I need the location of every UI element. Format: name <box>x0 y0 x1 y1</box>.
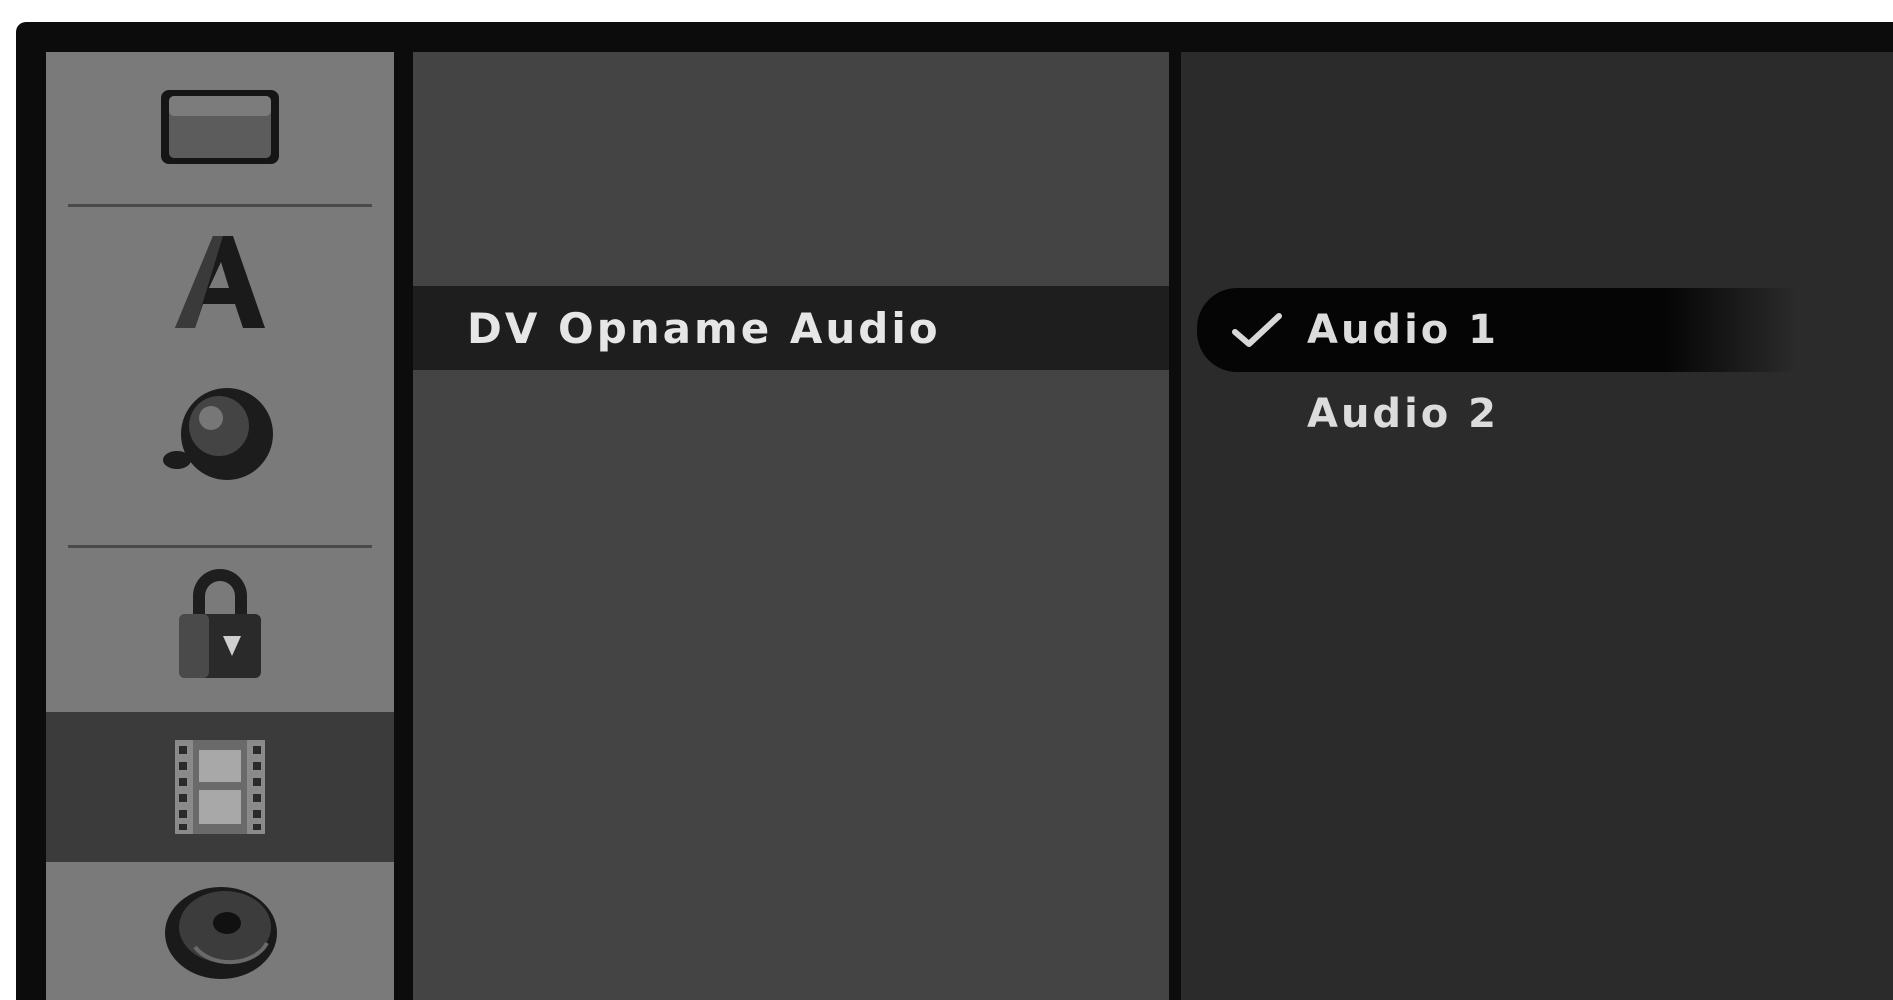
checkmark-icon <box>1227 300 1287 360</box>
sidebar-item-lock[interactable] <box>46 549 394 699</box>
sidebar-item-language[interactable] <box>46 208 394 358</box>
sidebar-divider <box>68 545 372 548</box>
padlock-icon <box>179 569 261 678</box>
menu-item-2[interactable] <box>413 202 1169 286</box>
option-audio-2[interactable]: Audio 2 <box>1197 372 1797 456</box>
tv-screen-icon <box>161 90 279 164</box>
option-label: Audio 2 <box>1307 391 1500 437</box>
disc-icon <box>165 887 277 979</box>
sidebar-item-recording[interactable] <box>46 712 394 862</box>
menu-item-4[interactable] <box>413 370 1169 454</box>
settings-menu: DV Opname Audio <box>413 52 1169 1000</box>
menu-item-dv-recording-audio[interactable]: DV Opname Audio <box>413 286 1169 370</box>
film-strip-icon <box>175 740 265 834</box>
category-sidebar <box>46 52 394 1000</box>
sidebar-item-audio[interactable] <box>46 360 394 510</box>
sidebar-divider <box>68 204 372 207</box>
sidebar-item-display[interactable] <box>46 52 394 202</box>
option-label: Audio 1 <box>1307 307 1500 353</box>
letter-a-icon <box>175 236 265 328</box>
options-panel: Audio 1 Audio 2 <box>1181 52 1893 1000</box>
option-audio-1[interactable]: Audio 1 <box>1197 288 1797 372</box>
menu-item-1[interactable] <box>413 118 1169 202</box>
osd-screen: DV Opname Audio Audio 1 Audio 2 <box>16 22 1893 1000</box>
speaker-sphere-icon <box>163 388 273 480</box>
sidebar-item-disc[interactable] <box>46 864 394 1000</box>
